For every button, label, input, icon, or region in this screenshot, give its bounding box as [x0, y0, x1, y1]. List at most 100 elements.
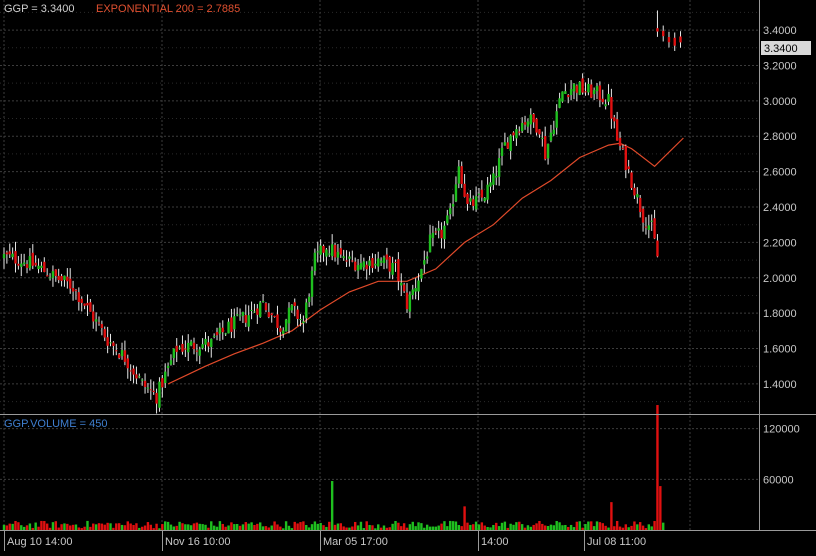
volume-bar — [261, 526, 265, 530]
candle-up — [287, 307, 291, 324]
candle-down — [8, 251, 11, 255]
volume-bar — [543, 525, 547, 530]
candle-up — [204, 338, 207, 345]
candle-up — [250, 309, 253, 311]
candle-up — [40, 265, 43, 268]
volume-bar — [100, 523, 104, 530]
volume-bar — [408, 524, 412, 530]
candle-up — [238, 315, 242, 317]
volume-bar — [279, 526, 282, 530]
candle-up — [558, 98, 561, 108]
volume-bar — [431, 526, 435, 530]
volume-bar — [397, 522, 400, 530]
volume-bar — [224, 526, 227, 530]
candle-down — [129, 370, 132, 372]
candle-down — [25, 264, 29, 268]
candle-up — [564, 91, 567, 95]
volume-bar — [572, 527, 576, 530]
candle-up — [428, 234, 432, 253]
candle-down — [181, 343, 184, 352]
candle-up — [325, 249, 328, 257]
volume-bar — [558, 522, 561, 530]
volume-bar — [348, 527, 351, 530]
candle-down — [135, 374, 138, 379]
candle-up — [454, 184, 458, 202]
volume-bar — [152, 528, 155, 530]
time-tick-label: Mar 05 17:00 — [323, 536, 388, 548]
candle-up — [647, 225, 651, 230]
volume-bar — [25, 525, 29, 530]
volume-bar — [638, 522, 642, 530]
candle-up — [469, 198, 472, 202]
candle-up — [451, 203, 455, 207]
candle-down — [273, 315, 276, 317]
candle-down — [621, 147, 625, 149]
chart-canvas[interactable]: 1.4000 1.6000 1.8000 2.0000 2.2000 2.4000 2.60… — [0, 0, 816, 551]
volume-bar — [253, 524, 256, 530]
volume-bar — [45, 523, 49, 530]
volume-bar — [11, 523, 14, 530]
candle-up — [253, 311, 256, 313]
volume-bar — [662, 522, 665, 530]
volume-bar — [115, 523, 118, 530]
candle-down — [230, 317, 233, 332]
volume-bar — [552, 525, 556, 530]
volume-bar — [345, 527, 348, 530]
volume-bar — [74, 524, 78, 530]
volume-bar — [633, 521, 636, 530]
candle-up — [423, 260, 426, 265]
candle-down — [57, 275, 60, 281]
candle-down — [667, 37, 671, 43]
volume-bar — [460, 526, 463, 530]
price-tick-label: 1.4000 — [763, 379, 797, 391]
volume-bar — [227, 525, 230, 530]
volume-bar — [567, 526, 570, 530]
candle-down — [322, 245, 325, 253]
candle-up — [138, 376, 141, 378]
price-tick-label: 3.0000 — [763, 96, 797, 108]
volume-bar — [584, 524, 587, 530]
volume-bar — [20, 525, 23, 530]
volume-bar — [546, 526, 550, 530]
candle-up — [189, 341, 193, 346]
candle-up — [356, 265, 360, 271]
candle-down — [132, 368, 135, 375]
volume-bar — [284, 521, 288, 530]
candle-down — [143, 380, 147, 387]
candle-down — [83, 303, 86, 306]
candle-up — [302, 321, 305, 324]
candle-up — [549, 132, 553, 141]
candle-down — [460, 166, 463, 185]
price-tick-label: 1.8000 — [763, 308, 797, 320]
candle-up — [235, 314, 239, 316]
volume-bar — [382, 525, 386, 530]
volume-bar — [483, 525, 486, 530]
volume-bar — [210, 521, 213, 530]
volume-bar — [440, 523, 443, 530]
candle-down — [71, 287, 75, 292]
candle-up — [636, 194, 639, 198]
volume-bar — [587, 521, 590, 530]
volume-bar — [656, 405, 659, 530]
candle-up — [400, 282, 403, 286]
volume-bar — [448, 520, 452, 530]
volume-bar — [106, 522, 109, 530]
candle-up — [448, 208, 452, 215]
volume-bar — [400, 526, 403, 530]
candle-down — [351, 260, 354, 262]
volume-bar — [630, 525, 633, 530]
volume-bar — [132, 524, 135, 530]
volume-bar — [627, 527, 630, 530]
volume-bar — [221, 523, 224, 530]
time-tick-label: 14:00 — [481, 536, 509, 548]
candle-down — [388, 256, 391, 272]
candle-down — [117, 354, 121, 358]
candle-down — [518, 131, 521, 133]
volume-bar — [477, 524, 481, 530]
candle-up — [431, 232, 435, 238]
volume-bar — [97, 523, 101, 530]
candle-up — [22, 262, 26, 265]
candle-up — [212, 335, 216, 337]
candle-up — [51, 271, 55, 278]
volume-bar — [636, 524, 639, 530]
